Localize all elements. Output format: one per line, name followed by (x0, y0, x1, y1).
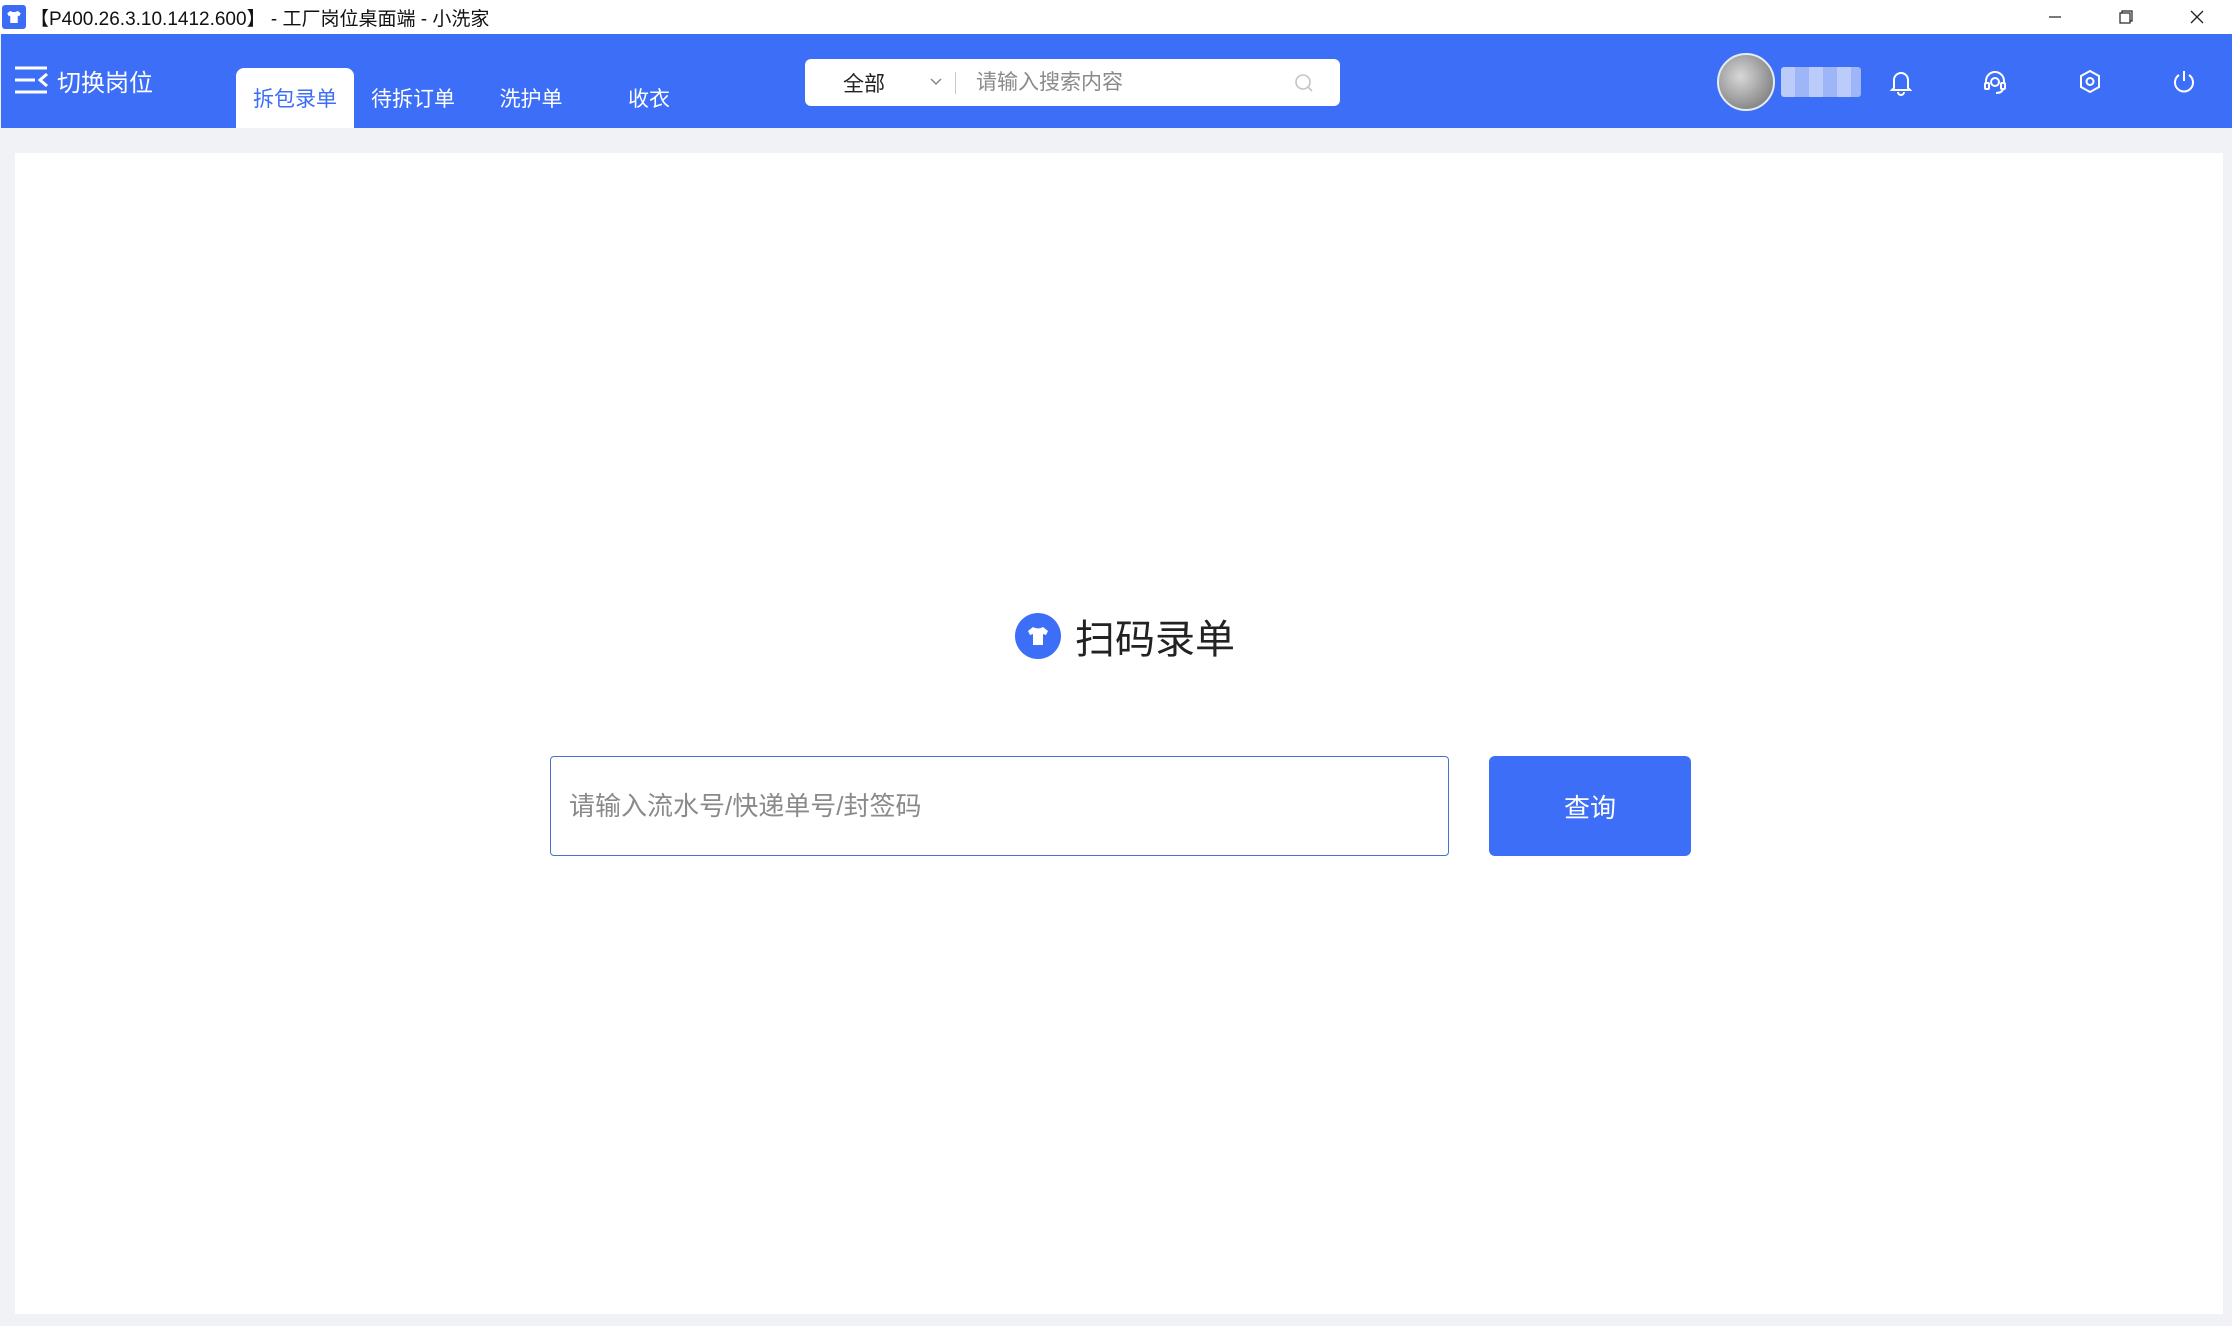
tab-bar: 拆包录单 待拆订单 洗护单 收衣 (236, 68, 708, 128)
app-logo-icon (2, 5, 26, 29)
close-icon (2190, 10, 2203, 24)
bell-icon (1889, 72, 1913, 96)
search-scope-value: 全部 (843, 72, 885, 96)
power-icon (2174, 71, 2194, 93)
menu-collapse-icon (15, 66, 48, 94)
settings-button[interactable] (2071, 63, 2109, 101)
chevron-down-icon (930, 78, 942, 86)
logout-button[interactable] (2165, 63, 2203, 101)
main-panel: 扫码录单 查询 (15, 153, 2223, 1314)
user-name-blurred[interactable] (1781, 67, 1861, 97)
minimize-button[interactable] (2019, 0, 2090, 34)
scan-entry-heading: 扫码录单 (1015, 607, 1235, 665)
search-scope-select[interactable]: 全部 (805, 59, 955, 106)
search-icon[interactable] (1292, 71, 1316, 95)
window-titlebar: 【P400.26.3.10.1412.600】 - 工厂岗位桌面端 - 小洗家 (0, 0, 2232, 34)
tab-unpack-entry[interactable]: 拆包录单 (236, 68, 354, 128)
settings-icon (2080, 69, 2100, 94)
query-button[interactable]: 查询 (1489, 756, 1691, 856)
tab-receive-clothes[interactable]: 收衣 (590, 68, 708, 128)
notifications-button[interactable] (1882, 63, 1920, 101)
user-avatar[interactable] (1717, 53, 1775, 111)
global-search: 全部 (805, 59, 1340, 106)
scan-code-input[interactable] (550, 756, 1449, 856)
switch-post-button[interactable]: 切换岗位 (13, 62, 153, 98)
tab-pending-unpack[interactable]: 待拆订单 (354, 68, 472, 128)
switch-post-label: 切换岗位 (57, 69, 153, 97)
support-button[interactable] (1976, 63, 2014, 101)
page-title: 扫码录单 (1075, 618, 1235, 662)
top-header: 切换岗位 拆包录单 待拆订单 洗护单 收衣 全部 (1, 34, 2232, 128)
search-input[interactable] (956, 60, 1292, 105)
t-shirt-icon (1015, 613, 1061, 659)
minimize-icon (2048, 16, 2061, 18)
window-title: 【P400.26.3.10.1412.600】 - 工厂岗位桌面端 - 小洗家 (30, 8, 490, 30)
close-button[interactable] (2161, 0, 2232, 34)
restore-icon (2118, 10, 2133, 24)
headset-icon (1984, 71, 2006, 94)
tab-wash-orders[interactable]: 洗护单 (472, 68, 590, 128)
restore-button[interactable] (2090, 0, 2161, 34)
